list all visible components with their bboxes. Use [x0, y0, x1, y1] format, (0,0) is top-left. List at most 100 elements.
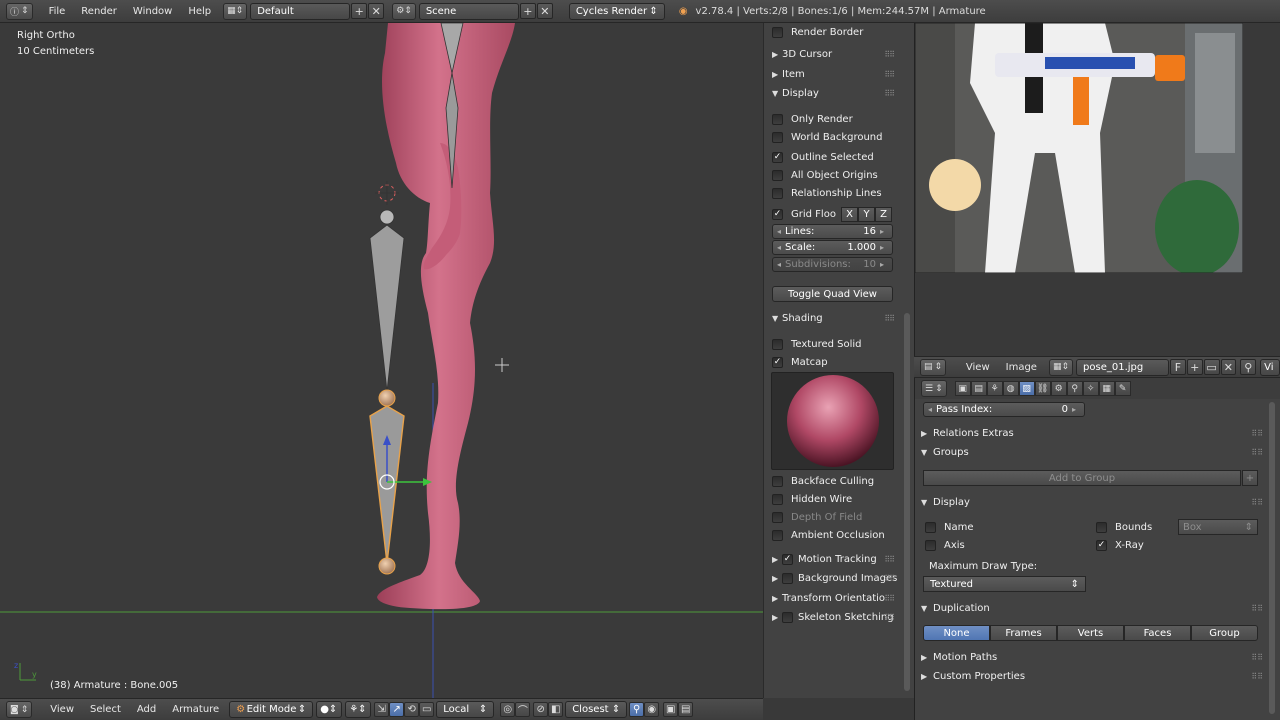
section-shading[interactable]: ▼ Shading ⠿⠿: [764, 309, 898, 327]
menu-select[interactable]: Select: [82, 704, 129, 715]
checkbox[interactable]: [782, 611, 793, 623]
show-name-checkbox[interactable]: Name: [925, 519, 974, 535]
pin-image-icon[interactable]: ⚲: [1240, 359, 1257, 375]
render-animation-icon[interactable]: ▤: [678, 702, 694, 717]
checkmark-icon[interactable]: ✓: [772, 356, 783, 368]
arrow-right-icon[interactable]: ▸: [1072, 405, 1080, 414]
snap-target-select[interactable]: Closest ⇕: [565, 701, 628, 718]
section-transform-orientations[interactable]: ▶ Transform Orientatio ⠿⠿: [764, 589, 898, 607]
checkmark-icon[interactable]: ✓: [772, 151, 783, 163]
arrow-left-icon[interactable]: ◂: [777, 243, 785, 252]
section-relations-extras[interactable]: ▶ Relations Extras ⠿⠿: [921, 424, 1265, 442]
matcap-checkbox[interactable]: ✓ Matcap: [772, 354, 828, 370]
scale-manipulator-icon[interactable]: ▭: [419, 702, 435, 717]
drag-handle-icon[interactable]: ⠿⠿: [1251, 672, 1263, 681]
checkbox[interactable]: [772, 113, 783, 125]
outline-selected-checkbox[interactable]: ✓ Outline Selected: [772, 149, 874, 165]
checkmark-icon[interactable]: ✓: [1096, 539, 1107, 551]
relationship-lines-checkbox[interactable]: Relationship Lines: [772, 185, 882, 201]
menu-file[interactable]: File: [41, 6, 74, 17]
toggle-quad-view-button[interactable]: Toggle Quad View: [772, 286, 893, 302]
menu-image[interactable]: Image: [998, 362, 1045, 373]
checkbox[interactable]: [772, 169, 783, 181]
image-name-field[interactable]: pose_01.jpg: [1076, 358, 1170, 376]
checkmark-icon[interactable]: ✓: [772, 208, 783, 220]
section-display[interactable]: ▼ Display ⠿⠿: [764, 84, 898, 102]
unlink-image-icon[interactable]: ✕: [1220, 359, 1237, 375]
mode-select[interactable]: ⚙ Edit Mode ⇕: [229, 701, 314, 718]
drag-handle-icon[interactable]: ⠿⠿: [1251, 448, 1263, 457]
textured-solid-checkbox[interactable]: Textured Solid: [772, 336, 862, 352]
render-layers-tab-icon[interactable]: ▤: [970, 381, 987, 396]
menu-view[interactable]: View: [958, 362, 998, 373]
section-display[interactable]: ▼ Display ⠿⠿: [921, 493, 1265, 511]
grid-axis-z-toggle[interactable]: Z: [875, 207, 892, 222]
checkbox[interactable]: [782, 572, 793, 584]
all-object-origins-checkbox[interactable]: All Object Origins: [772, 167, 878, 183]
snap-element-icon[interactable]: ◧: [548, 702, 564, 717]
snap-project-icon[interactable]: ◉: [644, 702, 660, 717]
duplication-verts[interactable]: Verts: [1057, 625, 1124, 641]
checkbox[interactable]: [772, 493, 783, 505]
snap-toggle-icon[interactable]: ⊘: [533, 702, 549, 717]
bone-005-selected[interactable]: [369, 405, 405, 564]
backface-culling-checkbox[interactable]: Backface Culling: [772, 473, 874, 489]
section-duplication[interactable]: ▼ Duplication ⠿⠿: [921, 599, 1265, 617]
checkbox[interactable]: [772, 26, 783, 38]
menu-add[interactable]: Add: [129, 704, 164, 715]
delete-scene-icon[interactable]: ✕: [536, 3, 553, 19]
add-scene-icon[interactable]: +: [519, 3, 536, 19]
xray-checkbox[interactable]: ✓ X-Ray: [1096, 537, 1144, 553]
add-group-icon[interactable]: +: [1242, 470, 1258, 486]
render-still-icon[interactable]: ▣: [663, 702, 679, 717]
image-editor[interactable]: [914, 23, 1280, 356]
bone-joint-knee-top[interactable]: [379, 209, 395, 225]
only-render-checkbox[interactable]: Only Render: [772, 111, 853, 127]
add-to-group-button[interactable]: Add to Group: [923, 470, 1241, 486]
checkbox[interactable]: [772, 529, 783, 541]
viewport-canvas[interactable]: z y: [0, 23, 763, 698]
checkbox[interactable]: [925, 521, 936, 533]
panel-scrollbar[interactable]: [904, 313, 910, 691]
section-groups[interactable]: ▼ Groups ⠿⠿: [921, 443, 1265, 461]
show-axis-checkbox[interactable]: Axis: [925, 537, 965, 553]
drag-handle-icon[interactable]: ⠿⠿: [884, 613, 895, 622]
ambient-occlusion-checkbox[interactable]: Ambient Occlusion: [772, 527, 885, 543]
physics-tab-icon[interactable]: ✎: [1114, 381, 1131, 396]
constraints-tab-icon[interactable]: ⛓: [1034, 381, 1051, 396]
screen-layout-field[interactable]: Default: [250, 2, 351, 20]
texture-tab-icon[interactable]: ▦: [1098, 381, 1115, 396]
rotate-manipulator-icon[interactable]: ⟲: [404, 702, 420, 717]
editor-type-button[interactable]: ⓘ ⇕: [6, 2, 33, 20]
drag-handle-icon[interactable]: ⠿⠿: [884, 89, 895, 98]
drag-handle-icon[interactable]: ⠿⠿: [884, 594, 895, 603]
object-tab-icon[interactable]: ▨: [1018, 381, 1035, 396]
section-custom-properties[interactable]: ▶ Custom Properties ⠿⠿: [921, 667, 1265, 685]
scene-field[interactable]: Scene: [418, 2, 519, 20]
scene-tab-icon[interactable]: ⚘: [986, 381, 1003, 396]
checkbox[interactable]: [925, 539, 936, 551]
duplication-group[interactable]: Group: [1191, 625, 1258, 641]
add-screen-icon[interactable]: +: [351, 3, 368, 19]
drag-handle-icon[interactable]: ⠿⠿: [1251, 653, 1263, 662]
render-border-checkbox[interactable]: Render Border: [772, 24, 863, 40]
drag-handle-icon[interactable]: ⠿⠿: [884, 314, 895, 323]
grid-axis-y-toggle[interactable]: Y: [858, 207, 875, 222]
drag-handle-icon[interactable]: ⠿⠿: [1251, 498, 1263, 507]
bone-joint-ankle[interactable]: [378, 557, 396, 575]
section-3d-cursor[interactable]: ▶ 3D Cursor ⠿⠿: [764, 45, 898, 63]
grid-lines-field[interactable]: ◂ Lines: 16 ▸: [772, 224, 893, 239]
render-engine-select[interactable]: Cycles Render ⇕: [568, 2, 665, 20]
snap-align-rotation-icon[interactable]: ⚲: [629, 702, 645, 717]
drag-handle-icon[interactable]: ⠿⠿: [884, 574, 895, 583]
menu-render[interactable]: Render: [73, 6, 125, 17]
checkbox[interactable]: [772, 338, 783, 350]
checkbox[interactable]: [1096, 521, 1107, 533]
max-draw-type-select[interactable]: Textured ⇕: [923, 576, 1086, 592]
scene-icon[interactable]: ⚙⇕: [392, 2, 416, 20]
pivot-point-select[interactable]: ⚘⇕: [345, 701, 372, 718]
editor-type-button[interactable]: ▤ ⇕: [920, 358, 947, 376]
screen-layout-icon[interactable]: ▦⇕: [223, 2, 248, 20]
section-motion-tracking[interactable]: ▶ ✓ Motion Tracking ⠿⠿: [764, 550, 898, 568]
arrow-left-icon[interactable]: ◂: [928, 405, 936, 414]
